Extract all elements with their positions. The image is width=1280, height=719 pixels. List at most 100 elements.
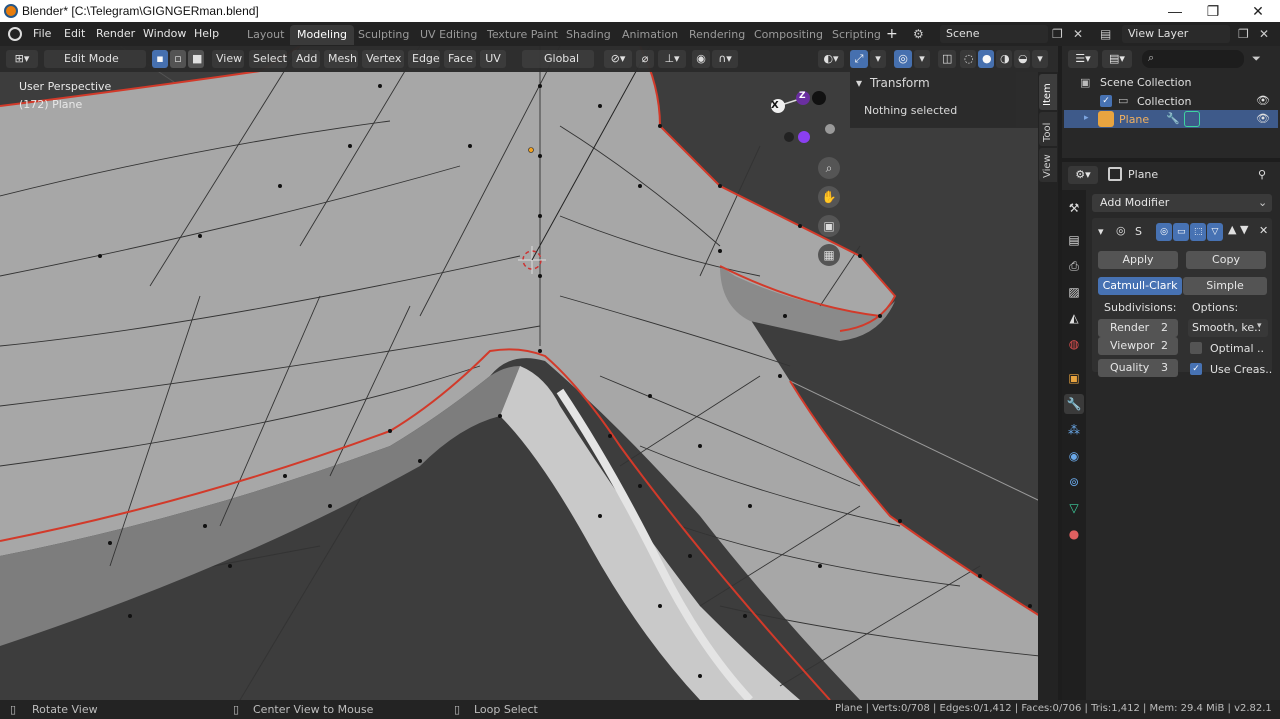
tab-item[interactable]: Item: [1039, 74, 1057, 110]
modifier-wrench-icon[interactable]: 🔧: [1166, 112, 1180, 125]
gizmo-toggle-icon[interactable]: ⤢: [850, 50, 868, 68]
edge-select-icon[interactable]: ▫: [170, 50, 186, 68]
gizmo-x-label[interactable]: X: [771, 100, 779, 111]
menu-mesh[interactable]: Mesh: [324, 50, 358, 68]
viewport-levels-field[interactable]: Viewpor 2: [1098, 337, 1178, 355]
menu-window[interactable]: Window: [143, 27, 186, 40]
mesh-render[interactable]: [0, 46, 1058, 700]
blender-menu-icon[interactable]: [8, 27, 22, 41]
move-down-icon[interactable]: ▼: [1240, 223, 1248, 236]
scene-icon[interactable]: ⚙: [913, 27, 924, 41]
edit-cage-icon[interactable]: ◎: [1156, 223, 1172, 241]
render-levels-field[interactable]: Render 2: [1098, 319, 1178, 337]
gizmo-options-icon[interactable]: ▾: [870, 50, 886, 68]
modifier-tab-icon[interactable]: 🔧: [1064, 394, 1084, 414]
menu-select[interactable]: Select: [249, 50, 287, 68]
face-select-icon[interactable]: ■: [188, 50, 204, 68]
new-view-layer-icon[interactable]: ❐: [1238, 27, 1249, 41]
snap-icon[interactable]: ⌀: [636, 50, 654, 68]
menu-edit[interactable]: Edit: [64, 27, 85, 40]
3d-viewport[interactable]: X Z User Perspective (172) Plane ⌕ ✋ ▣ ▦: [0, 46, 1058, 700]
grid-perspective-icon[interactable]: ▦: [818, 244, 840, 266]
material-tab-icon[interactable]: ●: [1064, 524, 1084, 544]
tab-rendering[interactable]: Rendering: [682, 25, 752, 45]
scene-tab-icon[interactable]: ◭: [1064, 308, 1084, 328]
mesh-data-tab-icon[interactable]: ▽: [1064, 498, 1084, 518]
editmode-display-icon[interactable]: ▭: [1173, 223, 1189, 241]
zoom-icon[interactable]: ⌕: [818, 157, 840, 179]
close-window-button[interactable]: ✕: [1243, 2, 1273, 20]
display-mode-icon[interactable]: ▤▾: [1102, 50, 1132, 68]
copy-button[interactable]: Copy: [1186, 251, 1266, 269]
tool-tab-icon[interactable]: ⚒: [1064, 198, 1084, 218]
use-creases-checkbox[interactable]: ✓: [1190, 363, 1202, 375]
output-tab-icon[interactable]: ⎙: [1064, 256, 1084, 276]
delete-scene-icon[interactable]: ✕: [1073, 27, 1083, 41]
view-layer-icon[interactable]: ▤: [1100, 27, 1111, 41]
constraints-tab-icon[interactable]: ⊚: [1064, 472, 1084, 492]
new-scene-icon[interactable]: ❐: [1052, 27, 1063, 41]
particles-tab-icon[interactable]: ⁂: [1064, 420, 1084, 440]
scene-collection-item[interactable]: Scene Collection: [1100, 76, 1191, 89]
overlay-options-icon[interactable]: ▾: [914, 50, 930, 68]
object-tab-icon[interactable]: ▣: [1064, 368, 1084, 388]
menu-add[interactable]: Add: [292, 50, 320, 68]
tab-shading[interactable]: Shading: [559, 25, 618, 45]
tab-animation[interactable]: Animation: [615, 25, 685, 45]
pin-icon[interactable]: ⚲: [1258, 168, 1266, 181]
menu-help[interactable]: Help: [194, 27, 219, 40]
render-tab-icon[interactable]: ▤: [1064, 230, 1084, 250]
shading-options-icon[interactable]: ▾: [1032, 50, 1048, 68]
vertex-select-icon[interactable]: ▪: [152, 50, 168, 68]
world-tab-icon[interactable]: ◍: [1064, 334, 1084, 354]
apply-button[interactable]: Apply: [1098, 251, 1178, 269]
snap-target-icon[interactable]: ⊥▾: [658, 50, 686, 68]
collection-item[interactable]: Collection: [1137, 95, 1191, 108]
maximize-button[interactable]: ❐: [1198, 2, 1228, 20]
tab-view[interactable]: View: [1039, 148, 1057, 182]
pivot-icon[interactable]: ⊘▾: [604, 50, 632, 68]
overlay-toggle-icon[interactable]: ◎: [894, 50, 912, 68]
view-layer-tab-icon[interactable]: ▨: [1064, 282, 1084, 302]
transform-panel-title[interactable]: Transform: [870, 76, 930, 90]
panel-collapse-icon[interactable]: ▾: [856, 76, 862, 90]
add-workspace-button[interactable]: +: [886, 26, 898, 42]
menu-file[interactable]: File: [33, 27, 51, 40]
properties-editor-type-icon[interactable]: ⚙▾: [1068, 166, 1098, 184]
catmull-clark-button[interactable]: Catmull-Clark: [1098, 277, 1182, 295]
menu-render[interactable]: Render: [96, 27, 135, 40]
proportional-edit-icon[interactable]: ◉: [692, 50, 710, 68]
menu-uv[interactable]: UV: [480, 50, 506, 68]
falloff-icon[interactable]: ∩▾: [712, 50, 738, 68]
modifier-collapse-icon[interactable]: ▾: [1098, 225, 1104, 238]
mesh-data-icon[interactable]: [1184, 111, 1200, 127]
tab-scripting[interactable]: Scripting: [825, 25, 888, 45]
modifier-name-field[interactable]: S: [1135, 225, 1142, 238]
visibility-icon[interactable]: ◐▾: [818, 50, 844, 68]
wireframe-shading-icon[interactable]: ◌: [960, 50, 976, 68]
simple-button[interactable]: Simple: [1183, 277, 1267, 295]
tab-uv-editing[interactable]: UV Editing: [413, 25, 484, 45]
expand-arrow-icon[interactable]: ▸: [1084, 113, 1089, 123]
menu-view[interactable]: View: [212, 50, 244, 68]
physics-tab-icon[interactable]: ◉: [1064, 446, 1084, 466]
quality-field[interactable]: Quality 3: [1098, 359, 1178, 377]
rendered-shading-icon[interactable]: ◒: [1014, 50, 1030, 68]
xray-icon[interactable]: ◫: [938, 50, 956, 68]
gizmo-z-label[interactable]: Z: [799, 91, 806, 101]
tab-layout[interactable]: Layout: [240, 25, 291, 45]
camera-icon[interactable]: ▣: [818, 215, 840, 237]
mode-selector[interactable]: Edit Mode: [44, 50, 146, 68]
menu-face[interactable]: Face: [444, 50, 476, 68]
add-modifier-dropdown[interactable]: Add Modifier: [1092, 194, 1272, 212]
plane-object-item[interactable]: Plane: [1119, 113, 1149, 126]
uv-smooth-dropdown[interactable]: Smooth, ke..: [1188, 319, 1268, 337]
solid-shading-icon[interactable]: ●: [978, 50, 994, 68]
material-shading-icon[interactable]: ◑: [996, 50, 1012, 68]
tab-modeling[interactable]: Modeling: [290, 25, 355, 45]
render-display-icon[interactable]: ▽: [1207, 223, 1223, 241]
pan-hand-icon[interactable]: ✋: [818, 186, 840, 208]
move-up-icon[interactable]: ▲: [1228, 223, 1236, 236]
tab-compositing[interactable]: Compositing: [747, 25, 830, 45]
minimize-button[interactable]: —: [1160, 2, 1190, 20]
